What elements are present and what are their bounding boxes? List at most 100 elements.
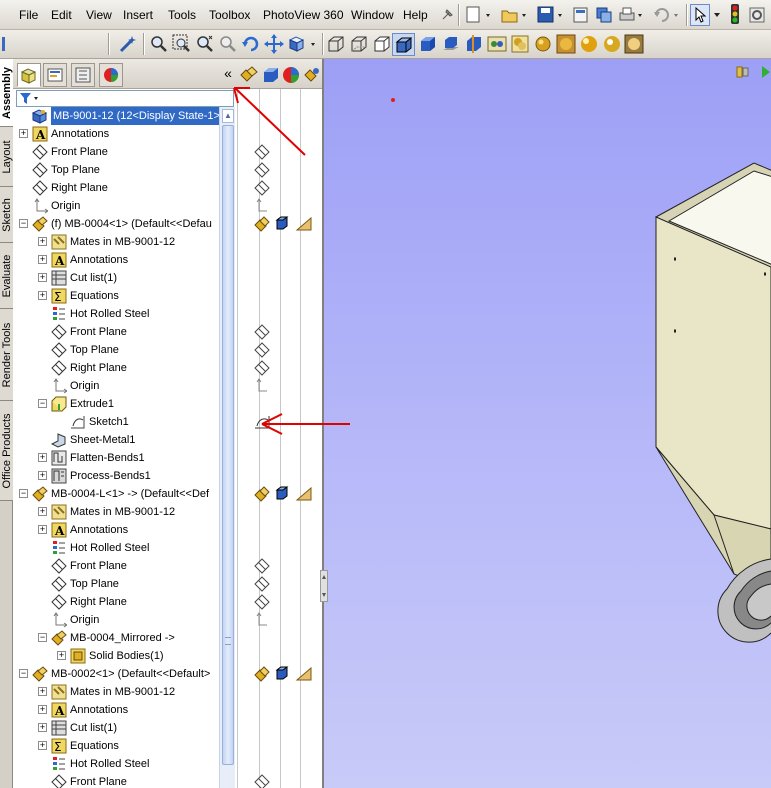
plane-visibility-icon[interactable] [254, 774, 270, 788]
expand-node-icon[interactable]: + [38, 291, 47, 300]
origin-visibility-icon[interactable] [256, 612, 267, 626]
column-components-icon[interactable] [239, 65, 259, 85]
options-gear-icon[interactable] [747, 5, 767, 25]
plane-visibility-icon[interactable] [254, 360, 270, 376]
tree-row[interactable]: + Cut list(1) [13, 719, 218, 737]
perspective-icon[interactable] [601, 34, 623, 54]
collapse-node-icon[interactable]: − [19, 489, 28, 498]
expand-node-icon[interactable]: + [38, 273, 47, 282]
tree-row[interactable]: + Σ Equations [13, 287, 218, 305]
menu-file[interactable]: File [19, 8, 38, 22]
tree-row[interactable]: Origin [13, 611, 218, 629]
menu-photoview-360[interactable]: PhotoView 360 [263, 8, 344, 22]
menu-toolbox[interactable]: Toolbox [209, 8, 250, 22]
tree-row[interactable]: Origin [13, 197, 218, 215]
plane-visibility-icon[interactable] [254, 324, 270, 340]
featuremanager-tab[interactable] [17, 63, 41, 87]
tab-office-products[interactable]: Office Products [0, 401, 13, 501]
origin-visibility-icon[interactable] [256, 198, 267, 212]
zoom-to-area-icon[interactable] [171, 34, 193, 54]
standard-views-icon[interactable] [286, 34, 320, 54]
plane-visibility-icon[interactable] [254, 576, 270, 592]
transparency-icon[interactable] [295, 666, 312, 681]
graphics-area[interactable] [322, 59, 771, 788]
print-button[interactable] [617, 5, 647, 25]
expand-node-icon[interactable]: + [38, 255, 47, 264]
expand-node-icon[interactable]: + [38, 525, 47, 534]
new-document-button[interactable] [463, 5, 495, 25]
tab-assembly[interactable]: Assembly [0, 59, 13, 127]
tree-row[interactable]: + A Annotations [13, 251, 218, 269]
hide-show-items-icon[interactable] [509, 34, 531, 54]
tree-row[interactable]: + Mates in MB-9001-12 [13, 233, 218, 251]
tab-evaluate[interactable]: Evaluate [0, 243, 13, 309]
tab-sketch[interactable]: Sketch [0, 187, 13, 243]
select-pointer-button[interactable] [690, 4, 710, 26]
tree-row[interactable]: + Mates in MB-9001-12 [13, 503, 218, 521]
transparency-icon[interactable] [295, 486, 312, 501]
realview-graphics-icon[interactable] [578, 34, 600, 54]
tab-render-tools[interactable]: Render Tools [0, 309, 13, 401]
tree-row[interactable]: + Solid Bodies(1) [13, 647, 218, 665]
pan-view-icon[interactable] [263, 34, 285, 54]
tree-row[interactable]: Origin [13, 377, 218, 395]
tree-row[interactable]: MB-9001-12 (12<Display State-1>) [13, 107, 226, 125]
column-display-mode-icon[interactable] [261, 65, 281, 85]
tree-row[interactable]: + Mates in MB-9001-12 [13, 683, 218, 701]
save-button[interactable] [535, 5, 567, 25]
expand-node-icon[interactable]: + [57, 651, 66, 660]
tree-row[interactable]: Front Plane [13, 773, 218, 788]
tree-row[interactable]: Top Plane [13, 161, 218, 179]
tree-row[interactable]: Hot Rolled Steel [13, 539, 218, 557]
panel-splitter-handle[interactable] [320, 570, 328, 602]
expand-node-icon[interactable]: + [38, 237, 47, 246]
scroll-thumb[interactable] [222, 125, 234, 765]
tree-row[interactable]: + Flatten-Bends1 [13, 449, 218, 467]
tree-row[interactable]: Hot Rolled Steel [13, 305, 218, 323]
tree-row[interactable]: Sketch1 [13, 413, 218, 431]
tree-row[interactable]: Front Plane [13, 557, 218, 575]
tree-row[interactable]: + A Annotations [13, 521, 218, 539]
transparency-icon[interactable] [295, 216, 312, 231]
plane-visibility-icon[interactable] [254, 144, 270, 160]
hidden-lines-visible-icon[interactable] [348, 34, 370, 54]
tree-row[interactable]: − MB-0004-L<1> -> (Default<<Def [13, 485, 218, 503]
undo-button[interactable] [651, 5, 683, 25]
expand-node-icon[interactable]: + [38, 687, 47, 696]
section-view-icon[interactable] [463, 34, 485, 54]
hidden-lines-removed-icon[interactable] [371, 34, 393, 54]
collapse-node-icon[interactable]: − [38, 399, 47, 408]
tab-layout[interactable]: Layout [0, 127, 13, 187]
plane-visibility-icon[interactable] [254, 594, 270, 610]
tree-row[interactable]: Hot Rolled Steel [13, 755, 218, 773]
wireframe-icon[interactable] [325, 34, 347, 54]
edit-appearance-icon[interactable] [532, 34, 554, 54]
shaded-icon[interactable] [417, 34, 439, 54]
menu-help[interactable]: Help [403, 8, 428, 22]
origin-visibility-icon[interactable] [256, 378, 267, 392]
zoom-to-fit-icon[interactable] [148, 34, 170, 54]
tree-row[interactable]: Front Plane [13, 143, 218, 161]
expand-node-icon[interactable]: + [38, 507, 47, 516]
appearance-wand-icon[interactable] [117, 34, 139, 54]
scroll-up-icon[interactable]: ▲ [222, 109, 234, 123]
tree-row[interactable]: + A Annotations [13, 125, 218, 143]
tree-row[interactable]: Right Plane [13, 359, 218, 377]
pin-icon[interactable] [439, 5, 455, 25]
expand-node-icon[interactable]: + [38, 741, 47, 750]
apply-scene-icon[interactable] [555, 34, 577, 54]
tree-row[interactable]: + Process-Bends1 [13, 467, 218, 485]
open-folder-button[interactable] [499, 5, 531, 25]
tree-row[interactable]: Sheet-Metal1 [13, 431, 218, 449]
plane-visibility-icon[interactable] [254, 180, 270, 196]
rotate-view-icon[interactable] [240, 34, 262, 54]
sketch-visibility-icon[interactable] [255, 416, 270, 429]
expand-node-icon[interactable]: + [38, 705, 47, 714]
menu-tools[interactable]: Tools [168, 8, 196, 22]
zoom-in-out-icon[interactable] [194, 34, 216, 54]
tree-row[interactable]: Right Plane [13, 593, 218, 611]
model-3d-view[interactable] [324, 59, 771, 788]
print-setup-icon[interactable] [571, 5, 591, 25]
expand-node-icon[interactable]: + [19, 129, 28, 138]
collapse-node-icon[interactable]: − [19, 669, 28, 678]
